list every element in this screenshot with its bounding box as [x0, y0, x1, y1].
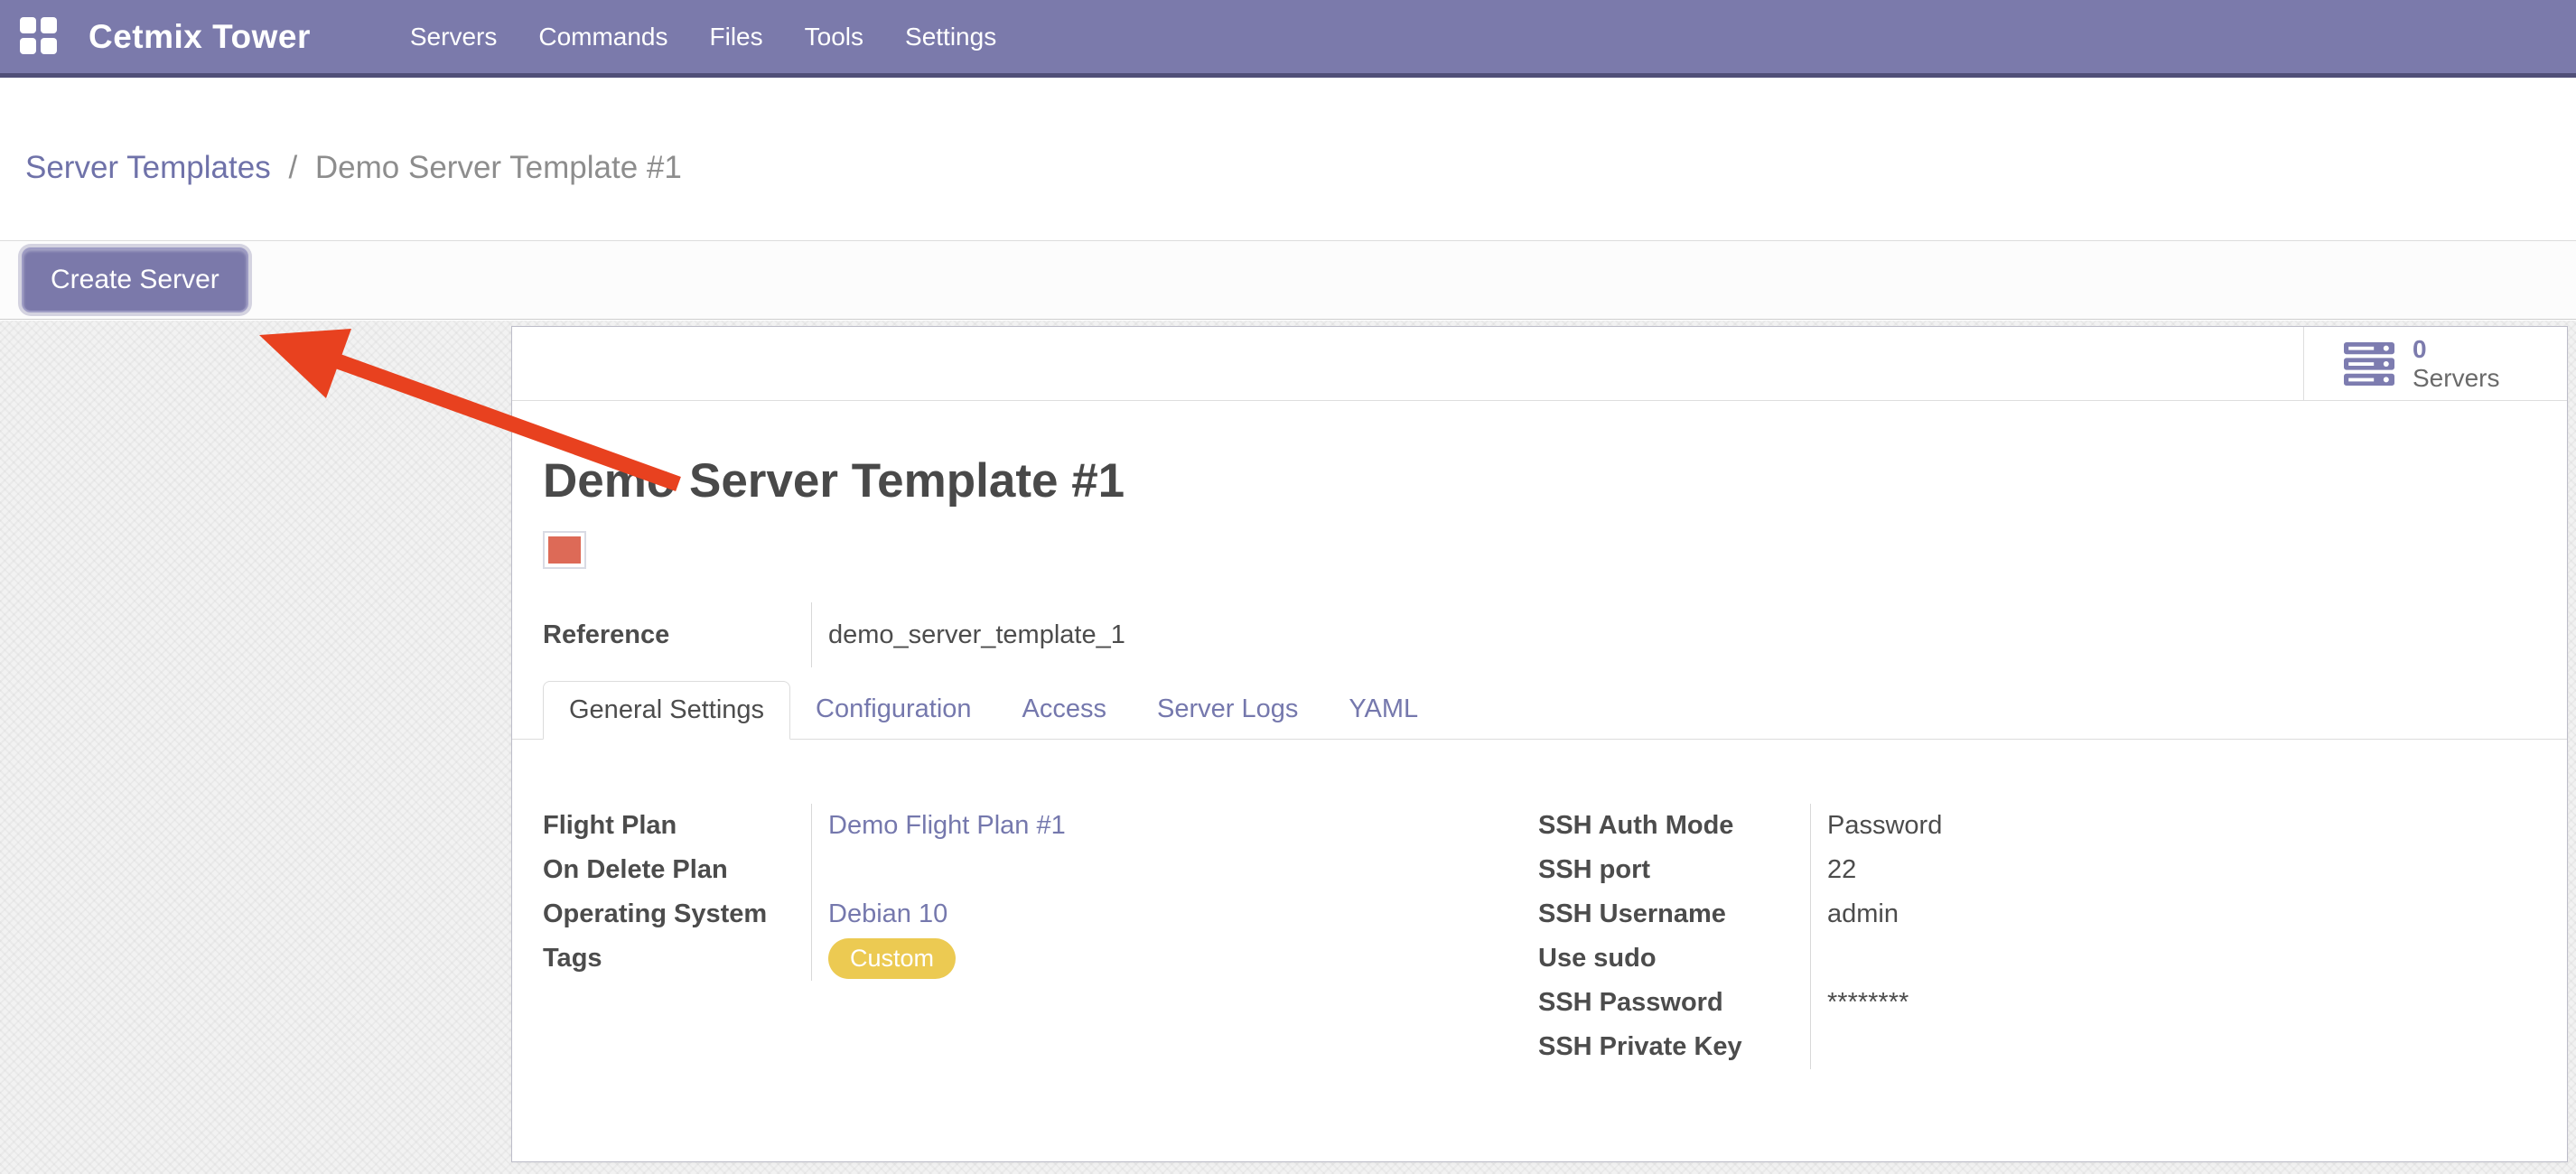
form-statusbar: Create Server	[0, 240, 2576, 320]
servers-label: Servers	[2413, 364, 2499, 393]
color-swatch	[543, 531, 586, 569]
main-menu: Servers Commands Files Tools Settings	[410, 23, 996, 51]
menu-item-commands[interactable]: Commands	[538, 23, 667, 51]
tab-access[interactable]: Access	[997, 681, 1132, 740]
tab-general-settings[interactable]: General Settings	[543, 681, 790, 740]
ssh-port-value: 22	[1810, 848, 2487, 892]
operating-system-label: Operating System	[543, 899, 811, 929]
flight-plan-label: Flight Plan	[543, 811, 811, 841]
reference-value: demo_server_template_1	[811, 602, 1125, 667]
field-group-right: SSH Auth Mode Password SSH port 22 SSH U…	[1538, 804, 2487, 1069]
ssh-private-key-value	[1810, 1025, 2487, 1069]
app-brand[interactable]: Cetmix Tower	[89, 18, 311, 56]
server-stack-icon	[2344, 342, 2394, 386]
field-ssh-port: SSH port 22	[1538, 848, 2487, 892]
field-ssh-password: SSH Password ********	[1538, 981, 2487, 1025]
field-on-delete-plan: On Delete Plan	[543, 848, 1446, 892]
field-operating-system: Operating System Debian 10	[543, 892, 1446, 936]
on-delete-plan-label: On Delete Plan	[543, 855, 811, 885]
stat-text: 0 Servers	[2413, 335, 2499, 393]
ssh-username-value: admin	[1810, 892, 2487, 936]
ssh-username-label: SSH Username	[1538, 899, 1810, 929]
ssh-port-label: SSH port	[1538, 855, 1810, 885]
control-panel: Server Templates / Demo Server Template …	[0, 78, 2576, 240]
reference-label: Reference	[543, 620, 811, 650]
menu-item-files[interactable]: Files	[710, 23, 763, 51]
breadcrumb-current: Demo Server Template #1	[315, 150, 682, 185]
operating-system-link[interactable]: Debian 10	[828, 899, 947, 929]
ssh-password-value: ********	[1810, 981, 2487, 1025]
servers-stat-button[interactable]: 0 Servers	[2303, 327, 2567, 401]
tab-configuration[interactable]: Configuration	[790, 681, 997, 740]
color-swatch-fill	[548, 536, 581, 564]
button-box: 0 Servers	[512, 327, 2567, 401]
breadcrumb-separator: /	[288, 150, 297, 185]
menu-item-servers[interactable]: Servers	[410, 23, 497, 51]
content-area: 0 Servers Demo Server Template #1 Refere…	[0, 321, 2576, 1174]
record-title: Demo Server Template #1	[543, 453, 1125, 508]
field-ssh-private-key: SSH Private Key	[1538, 1025, 2487, 1069]
menu-item-settings[interactable]: Settings	[905, 23, 996, 51]
field-group-left: Flight Plan Demo Flight Plan #1 On Delet…	[543, 804, 1446, 981]
apps-menu-icon[interactable]	[20, 17, 60, 57]
notebook-tabs: General Settings Configuration Access Se…	[512, 681, 2567, 740]
tags-label: Tags	[543, 944, 811, 974]
field-flight-plan: Flight Plan Demo Flight Plan #1	[543, 804, 1446, 848]
ssh-auth-mode-label: SSH Auth Mode	[1538, 811, 1810, 841]
top-navbar: Cetmix Tower Servers Commands Files Tool…	[0, 0, 2576, 78]
tag-badge-custom: Custom	[828, 938, 956, 978]
ssh-password-label: SSH Password	[1538, 988, 1810, 1018]
reference-row: Reference demo_server_template_1	[543, 602, 1446, 667]
ssh-auth-mode-value: Password	[1810, 804, 2487, 848]
breadcrumb: Server Templates / Demo Server Template …	[25, 150, 682, 186]
servers-count: 0	[2413, 335, 2427, 364]
ssh-private-key-label: SSH Private Key	[1538, 1032, 1810, 1062]
field-ssh-username: SSH Username admin	[1538, 892, 2487, 936]
flight-plan-link[interactable]: Demo Flight Plan #1	[828, 811, 1066, 841]
field-tags: Tags Custom	[543, 936, 1446, 981]
tab-yaml[interactable]: YAML	[1323, 681, 1443, 740]
page: Cetmix Tower Servers Commands Files Tool…	[0, 0, 2576, 1174]
form-sheet: 0 Servers Demo Server Template #1 Refere…	[511, 326, 2568, 1162]
use-sudo-label: Use sudo	[1538, 944, 1810, 974]
breadcrumb-parent-link[interactable]: Server Templates	[25, 150, 271, 185]
menu-item-tools[interactable]: Tools	[805, 23, 863, 51]
use-sudo-value	[1810, 936, 2487, 981]
create-server-button[interactable]: Create Server	[22, 247, 248, 312]
tab-server-logs[interactable]: Server Logs	[1132, 681, 1323, 740]
on-delete-plan-value	[811, 848, 1446, 892]
field-ssh-auth-mode: SSH Auth Mode Password	[1538, 804, 2487, 848]
field-use-sudo: Use sudo	[1538, 936, 2487, 981]
